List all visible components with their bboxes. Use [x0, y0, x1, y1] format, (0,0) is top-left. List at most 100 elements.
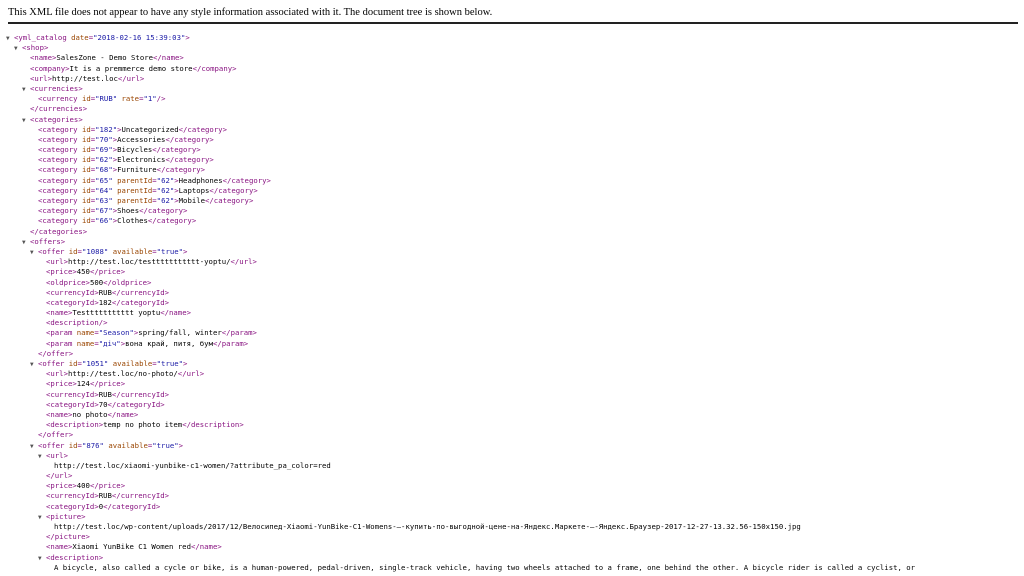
xml-attr-value: "Season" [98, 328, 134, 338]
xml-tag: </category> [165, 155, 214, 165]
xml-tree-line: </url> [6, 471, 1024, 481]
xml-attr-value: "RUB" [95, 94, 118, 104]
xml-tag: <category [38, 185, 78, 195]
xml-attr-name: id [77, 175, 91, 185]
xml-tag: <category [38, 145, 78, 155]
xml-attr-name: available [108, 359, 153, 368]
xml-text: 70 [98, 399, 108, 409]
xml-tag: <currencies> [30, 83, 83, 93]
xml-tree-line: ▼ <picture> [6, 512, 1024, 522]
xml-tag: > [185, 33, 190, 42]
xml-document-tree: ▼ <yml_catalog date="2018-02-16 15:39:03"… [6, 33, 1024, 573]
collapse-toggle-icon[interactable]: ▼ [22, 85, 30, 94]
xml-tag: </category> [209, 185, 258, 195]
collapse-toggle-icon[interactable]: ▼ [38, 513, 46, 522]
xml-attr-value: "дiч" [98, 338, 121, 348]
xml-tag: </categories> [30, 226, 88, 236]
xml-tag: <category [38, 134, 78, 144]
collapse-toggle-icon[interactable]: ▼ [22, 116, 30, 125]
xml-tree-line: <category id="68">Furniture</category> [6, 165, 1024, 175]
xml-attr-value: "2018-02-16 15:39:03" [93, 33, 186, 42]
collapse-toggle-icon[interactable]: ▼ [22, 238, 30, 247]
xml-tag: </categoryId> [103, 501, 161, 511]
xml-text: A bicycle, also called a cycle or bike, … [54, 562, 916, 572]
collapse-toggle-icon[interactable]: ▼ [6, 34, 14, 43]
xml-tag: <yml_catalog [14, 33, 67, 42]
xml-tag: <category [38, 206, 78, 216]
xml-text: 124 [76, 379, 90, 389]
xml-tag: <currency [38, 94, 78, 104]
xml-tree-line: A bicycle, also called a cycle or bike, … [6, 563, 1024, 573]
xml-tree-line: <name>SalesZone - Demo Store</name> [6, 53, 1024, 63]
xml-tree-line: <param name="дiч">вона край, питя, бум</… [6, 339, 1024, 349]
collapse-toggle-icon[interactable]: ▼ [30, 442, 38, 451]
xml-attr-value: "true" [156, 359, 184, 368]
xml-text: Shoes [117, 206, 140, 216]
xml-text: Accessories [117, 134, 166, 144]
xml-text: 400 [76, 481, 90, 491]
xml-tag: <currencyId> [46, 491, 99, 501]
xml-tag: </name> [107, 409, 139, 419]
xml-tree-line: </categories> [6, 227, 1024, 237]
xml-text: Laptops [178, 185, 210, 195]
xml-tag: </category> [205, 196, 254, 205]
xml-tree-line: <url>http://test.loc/no-photo/</url> [6, 369, 1024, 379]
xml-tree-line: ▼ <url> [6, 451, 1024, 461]
xml-tag: <categories> [30, 114, 83, 124]
xml-tree-line: <categoryId>182</categoryId> [6, 298, 1024, 308]
collapse-toggle-icon[interactable]: ▼ [30, 360, 38, 369]
xml-text: Furniture [117, 165, 157, 175]
xml-tag: <currencyId> [46, 389, 99, 399]
xml-tag: <category [38, 196, 78, 205]
xml-attr-name: available [103, 440, 148, 450]
xml-attr-value: "62" [156, 175, 175, 185]
xml-tag: <category [38, 216, 78, 226]
collapse-toggle-icon[interactable]: ▼ [38, 452, 46, 461]
xml-text: SalesZone - Demo Store [56, 53, 154, 63]
xml-text: RUB [98, 491, 112, 501]
xml-tag: </picture> [46, 532, 90, 542]
xml-tag: <offers> [30, 236, 66, 246]
xml-attr-name: id [77, 196, 91, 205]
xml-tree-line: <category id="70">Accessories</category> [6, 135, 1024, 145]
xml-attr-name: id [77, 165, 91, 175]
xml-tag: </category> [222, 175, 271, 185]
xml-attr-name: id [77, 216, 91, 226]
xml-attr-name: id [77, 145, 91, 155]
xml-tag: </currencyId> [111, 389, 170, 399]
xml-tag: <description> [46, 552, 104, 562]
xml-tag: </currencyId> [111, 491, 170, 501]
xml-tag: <categoryId> [46, 501, 99, 511]
xml-text: 500 [89, 277, 104, 287]
xml-tree-line: ▼ <categories> [6, 115, 1024, 125]
xml-tree-line: <category id="182">Uncategorized</catego… [6, 125, 1024, 135]
collapse-toggle-icon[interactable]: ▼ [30, 248, 38, 257]
xml-text: RUB [98, 389, 112, 399]
xml-text: http://test.loc/xiaomi-yunbike-c1-women/… [54, 460, 331, 470]
xml-tag: <shop> [22, 43, 49, 53]
xml-tree-line: <name>no photo</name> [6, 410, 1024, 420]
xml-tree-line: <oldprice>500</oldprice> [6, 278, 1024, 288]
xml-attr-name: id [77, 94, 91, 104]
collapse-toggle-icon[interactable]: ▼ [38, 554, 46, 563]
xml-attr-name: id [77, 134, 91, 144]
xml-tree-line: ▼ <yml_catalog date="2018-02-16 15:39:03"… [6, 33, 1024, 43]
xml-tag: </category> [139, 206, 188, 216]
xml-attr-value: "true" [152, 440, 179, 450]
xml-tree-line: http://test.loc/xiaomi-yunbike-c1-women/… [6, 461, 1024, 471]
xml-tag: </categoryId> [107, 399, 165, 409]
xml-tag: </url> [230, 257, 257, 267]
xml-tree-line: <category id="66">Clothes</category> [6, 216, 1024, 226]
xml-tree-line: <currencyId>RUB</currencyId> [6, 390, 1024, 400]
xml-attr-name: id [77, 185, 91, 195]
xml-tag: <company> [30, 63, 70, 73]
xml-tree-line: ▼ <currencies> [6, 84, 1024, 94]
xml-tag: </description> [182, 420, 244, 430]
xml-text: Electronics [117, 155, 166, 165]
xml-text: http://test.loc [51, 73, 118, 83]
xml-tree-line: http://test.loc/wp-content/uploads/2017/… [6, 522, 1024, 532]
xml-tag: <currencyId> [46, 287, 99, 297]
xml-text: no photo [72, 409, 108, 419]
collapse-toggle-icon[interactable]: ▼ [14, 44, 22, 53]
xml-tag: > [178, 440, 184, 450]
